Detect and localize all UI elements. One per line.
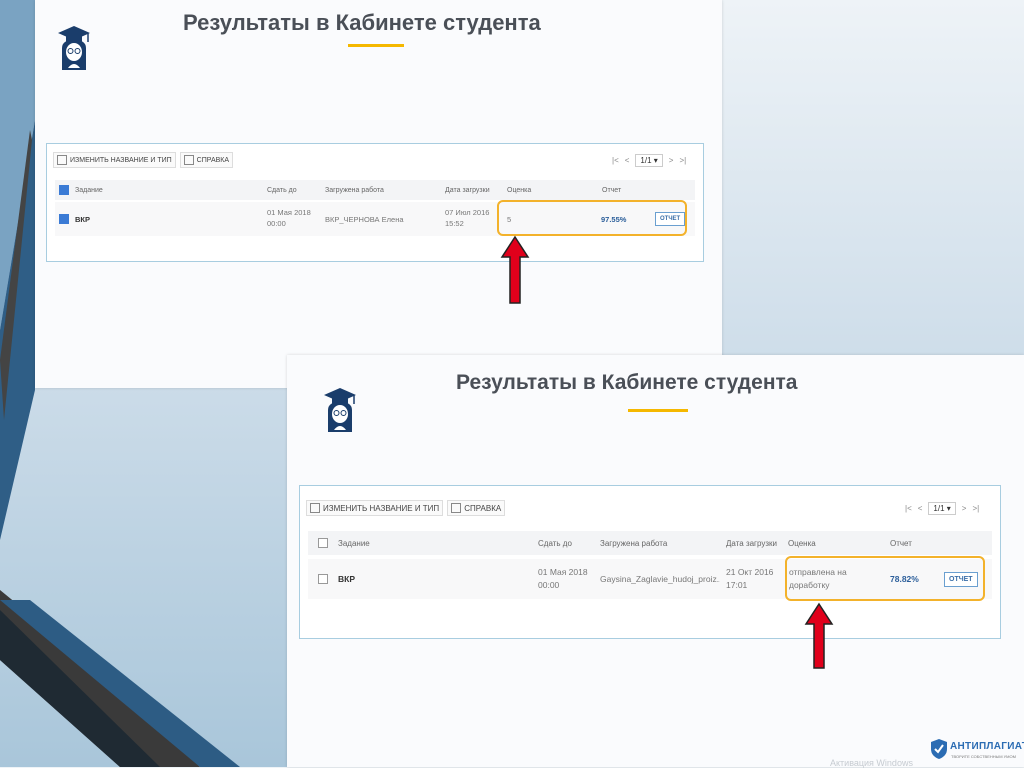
header-report: Отчет bbox=[890, 538, 912, 548]
logo-tagline: ТВОРИТЕ СОБСТВЕННЫМ УМОМ bbox=[951, 754, 1016, 759]
row-uploaded-file[interactable]: Gaysina_Zaglavie_hudoj_proiz... bbox=[600, 574, 720, 584]
row-upload-date: 07 Июл 2016 bbox=[445, 208, 490, 217]
header-uploaded: Загружена работа bbox=[600, 538, 668, 548]
header-date: Дата загрузки bbox=[445, 186, 490, 194]
pager-first[interactable]: |< bbox=[905, 504, 912, 513]
chevron-down-icon: ▾ bbox=[653, 156, 658, 165]
select-all-checkbox[interactable] bbox=[59, 185, 69, 195]
row-due-time: 00:00 bbox=[267, 219, 286, 228]
results-table: ИЗМЕНИТЬ НАЗВАНИЕ И ТИП СПРАВКА |< < 1/1… bbox=[46, 143, 704, 262]
student-graduate-icon bbox=[324, 388, 356, 432]
row-task: ВКР bbox=[75, 214, 90, 224]
header-report: Отчет bbox=[602, 186, 622, 194]
pager-prev[interactable]: < bbox=[625, 156, 630, 165]
row-upload-date: 21 Окт 2016 bbox=[726, 567, 774, 577]
title-underline bbox=[628, 409, 688, 412]
rename-button[interactable]: ИЗМЕНИТЬ НАЗВАНИЕ И ТИП bbox=[306, 500, 444, 516]
page-select[interactable]: 1/1 ▾ bbox=[928, 502, 956, 515]
page-title: Результаты в Кабинете студента bbox=[183, 10, 541, 35]
header-due: Сдать до bbox=[267, 186, 297, 194]
header-grade: Оценка bbox=[788, 538, 816, 548]
screenshot-panel-top: Результаты в Кабинете студента ИЗМЕНИТЬ … bbox=[35, 0, 722, 388]
help-button[interactable]: СПРАВКА bbox=[179, 152, 234, 168]
shield-icon bbox=[931, 739, 947, 759]
grade-highlight bbox=[785, 556, 985, 601]
row-due-time: 00:00 bbox=[538, 580, 560, 590]
pager-next[interactable]: > bbox=[669, 156, 674, 165]
results-table: ИЗМЕНИТЬ НАЗВАНИЕ И ТИП СПРАВКА |< < 1/1… bbox=[299, 485, 1001, 639]
pager: |< < 1/1 ▾ > >| bbox=[612, 154, 686, 167]
pager-last[interactable]: >| bbox=[679, 156, 686, 165]
table-toolbar: ИЗМЕНИТЬ НАЗВАНИЕ И ТИП СПРАВКА bbox=[53, 152, 234, 168]
pager-first[interactable]: |< bbox=[612, 156, 619, 165]
header-task: Задание bbox=[75, 186, 103, 194]
chevron-down-icon: ▾ bbox=[946, 504, 951, 513]
row-due-date: 01 Мая 2018 bbox=[538, 567, 588, 577]
antiplagiat-logo: АНТИПЛАГИАТ bbox=[950, 741, 1024, 752]
edit-icon bbox=[310, 503, 320, 513]
select-all-checkbox[interactable] bbox=[318, 538, 328, 548]
grade-highlight bbox=[497, 200, 687, 236]
row-checkbox[interactable] bbox=[59, 214, 69, 224]
pager-next[interactable]: > bbox=[962, 504, 967, 513]
row-upload-time: 15:52 bbox=[445, 219, 464, 228]
header-uploaded: Загружена работа bbox=[325, 186, 384, 194]
help-icon bbox=[451, 503, 462, 513]
header-grade: Оценка bbox=[507, 186, 532, 194]
title-underline bbox=[348, 44, 404, 47]
help-icon bbox=[183, 155, 194, 165]
row-due-date: 01 Мая 2018 bbox=[267, 208, 311, 217]
row-task: ВКР bbox=[338, 574, 355, 584]
table-header: Задание Сдать до Загружена работа Дата з… bbox=[308, 531, 992, 555]
row-upload-time: 17:01 bbox=[726, 580, 748, 590]
header-date: Дата загрузки bbox=[726, 538, 777, 548]
row-checkbox[interactable] bbox=[318, 574, 328, 584]
red-up-arrow-icon bbox=[500, 235, 530, 304]
pager-prev[interactable]: < bbox=[918, 504, 923, 513]
table-toolbar: ИЗМЕНИТЬ НАЗВАНИЕ И ТИП СПРАВКА bbox=[306, 500, 506, 516]
page-select[interactable]: 1/1 ▾ bbox=[635, 154, 663, 167]
pager: |< < 1/1 ▾ > >| bbox=[905, 502, 979, 515]
student-graduate-icon bbox=[58, 26, 90, 70]
page-title: Результаты в Кабинете студента bbox=[456, 371, 798, 394]
edit-icon bbox=[57, 155, 67, 165]
help-button[interactable]: СПРАВКА bbox=[447, 500, 506, 516]
rename-button[interactable]: ИЗМЕНИТЬ НАЗВАНИЕ И ТИП bbox=[53, 152, 176, 168]
screenshot-panel-bottom: Результаты в Кабинете студента ИЗМЕНИТЬ … bbox=[287, 355, 1024, 768]
row-uploaded-file[interactable]: ВКР_ЧЕРНОВА Елена bbox=[325, 215, 404, 224]
red-up-arrow-icon bbox=[804, 602, 834, 669]
table-header: Задание Сдать до Загружена работа Дата з… bbox=[55, 180, 695, 200]
pager-last[interactable]: >| bbox=[972, 504, 979, 513]
header-task: Задание bbox=[338, 538, 370, 548]
header-due: Сдать до bbox=[538, 538, 572, 548]
